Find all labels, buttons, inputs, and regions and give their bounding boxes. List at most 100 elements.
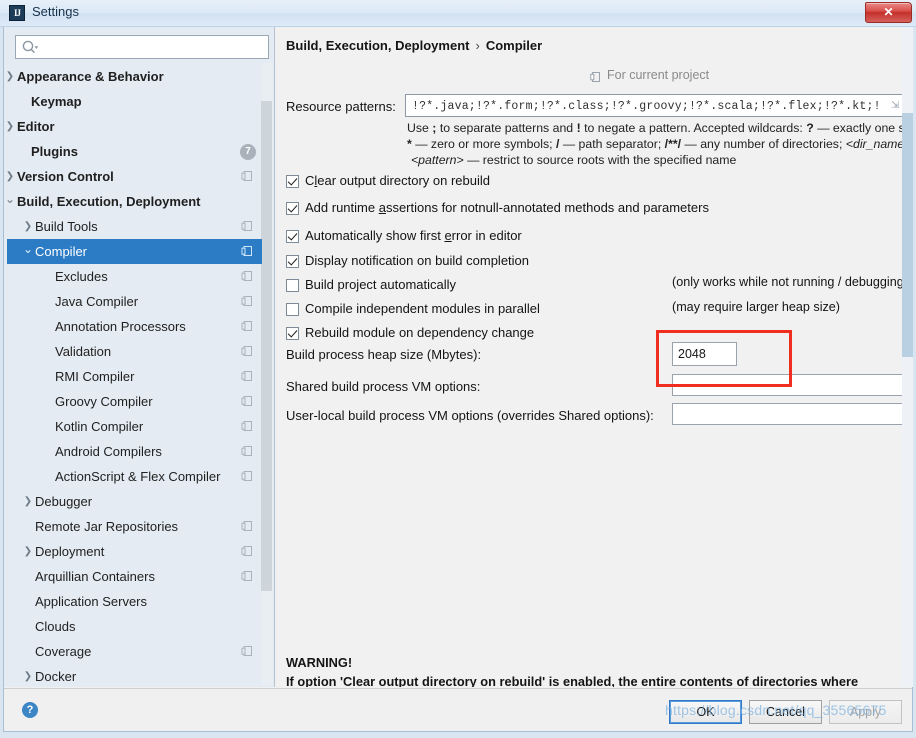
resource-patterns-field[interactable]: ⇲ [405, 94, 905, 117]
sidebar-item-appearance-behavior[interactable]: ❯Appearance & Behavior [7, 64, 262, 89]
window-body: ❯Appearance & BehaviorKeymap❯EditorPlugi… [3, 27, 913, 732]
heap-size-label: Build process heap size (Mbytes): [286, 347, 482, 362]
sidebar-item-label: Coverage [35, 644, 92, 659]
copy-settings-icon[interactable] [241, 420, 253, 432]
chevron-right-icon[interactable]: ❯ [21, 664, 35, 684]
window-title: Settings [32, 4, 79, 19]
search-box[interactable] [15, 35, 269, 59]
checkbox-checked-icon[interactable] [286, 327, 299, 340]
heap-size-field[interactable] [672, 342, 737, 366]
sidebar-item-keymap[interactable]: Keymap [7, 89, 262, 114]
sidebar-item-label: Kotlin Compiler [55, 419, 144, 434]
hint-3a: — restrict to source roots with the spec… [463, 153, 737, 167]
chevron-right-icon[interactable]: ❯ [21, 539, 35, 564]
chevron-right-icon[interactable]: ❯ [21, 489, 35, 514]
copy-settings-icon[interactable] [241, 170, 253, 182]
heap-size-input[interactable] [673, 343, 736, 365]
chevron-down-icon[interactable]: ⌄ [21, 239, 35, 264]
copy-settings-icon[interactable] [241, 320, 253, 332]
copy-settings-icon[interactable] [241, 395, 253, 407]
checkbox-unchecked-icon[interactable] [286, 303, 299, 316]
search-input[interactable] [42, 37, 264, 57]
chevron-right-icon[interactable]: ❯ [7, 164, 17, 189]
shared-vm-options-input[interactable] [673, 375, 909, 395]
checkbox-checked-icon[interactable] [286, 230, 299, 243]
checkbox-checked-icon[interactable] [286, 255, 299, 268]
ok-button[interactable]: OK [669, 700, 742, 724]
sidebar-scrollbar-track[interactable] [261, 63, 273, 685]
resource-patterns-input[interactable] [410, 97, 880, 115]
sidebar-item-debugger[interactable]: ❯ Debugger [7, 489, 262, 514]
sidebar-item-validation[interactable]: Validation [7, 339, 262, 364]
sidebar-item-docker[interactable]: ❯ Docker [7, 664, 262, 684]
breadcrumb-leaf: Compiler [485, 38, 543, 53]
cancel-button[interactable]: Cancel [749, 700, 822, 724]
checkbox-label: Clear output directory on rebuild [305, 173, 490, 188]
sidebar-item-label: Groovy Compiler [55, 394, 153, 409]
shared-vm-options-field[interactable] [672, 374, 910, 396]
main-scrollbar-thumb[interactable] [902, 113, 913, 357]
warning-title: WARNING! [286, 655, 353, 670]
chevron-right-icon[interactable]: ❯ [7, 114, 17, 139]
patterns-hint-line-2: * — zero or more symbols; / — path separ… [407, 137, 913, 151]
copy-settings-icon[interactable] [241, 245, 253, 257]
sidebar-item-deployment[interactable]: ❯ Deployment [7, 539, 262, 564]
checkbox-unchecked-icon[interactable] [286, 279, 299, 292]
sidebar-item-android-compilers[interactable]: Android Compilers [7, 439, 262, 464]
sidebar-item-java-compiler[interactable]: Java Compiler [7, 289, 262, 314]
copy-settings-icon[interactable] [241, 645, 253, 657]
close-icon[interactable]: ✕ [865, 2, 912, 23]
sidebar-item-version-control[interactable]: ❯Version Control [7, 164, 262, 189]
sidebar-item-annotation-processors[interactable]: Annotation Processors [7, 314, 262, 339]
copy-settings-icon[interactable] [241, 520, 253, 532]
copy-settings-icon[interactable] [241, 295, 253, 307]
checkbox-checked-icon[interactable] [286, 202, 299, 215]
chevron-right-icon[interactable]: ❯ [7, 64, 17, 89]
chevron-right-icon[interactable]: ❯ [21, 214, 35, 239]
sidebar-item-remote-jar-repositories[interactable]: Remote Jar Repositories [7, 514, 262, 539]
chevron-down-icon[interactable]: ⌄ [7, 189, 17, 214]
help-icon[interactable]: ? [22, 702, 38, 718]
copy-settings-icon[interactable] [241, 445, 253, 457]
expand-icon[interactable]: ⇲ [891, 101, 901, 111]
patterns-hint-line-1: Use ; to separate patterns and ! to nega… [407, 121, 913, 135]
hint-1b: to separate patterns and [436, 121, 577, 135]
checkbox-label-mnemonic: a [378, 200, 386, 215]
checkbox-checked-icon[interactable] [286, 175, 299, 188]
sidebar-scrollbar-thumb[interactable] [261, 101, 272, 591]
copy-settings-icon[interactable] [241, 570, 253, 582]
main-scrollbar-track[interactable] [902, 27, 913, 687]
settings-sidebar: ❯Appearance & BehaviorKeymap❯EditorPlugi… [4, 27, 275, 687]
sidebar-item-rmi-compiler[interactable]: RMI Compiler [7, 364, 262, 389]
copy-settings-icon[interactable] [241, 370, 253, 382]
sidebar-item-actionscript-flex-compiler[interactable]: ActionScript & Flex Compiler [7, 464, 262, 489]
sidebar-item-groovy-compiler[interactable]: Groovy Compiler [7, 389, 262, 414]
sidebar-item-compiler[interactable]: ⌄ Compiler [7, 239, 262, 264]
breadcrumb-root[interactable]: Build, Execution, Deployment [286, 38, 469, 53]
project-scope-label: For current project [607, 68, 710, 82]
sidebar-item-excludes[interactable]: Excludes [7, 264, 262, 289]
copy-settings-icon[interactable] [241, 220, 253, 232]
copy-settings-icon[interactable] [241, 270, 253, 282]
sidebar-item-arquillian-containers[interactable]: Arquillian Containers [7, 564, 262, 589]
sidebar-item-label: Compiler [35, 244, 88, 259]
userlocal-vm-options-field[interactable] [672, 403, 910, 425]
copy-settings-icon[interactable] [241, 345, 253, 357]
checkbox-label-pre: Build project automatically [305, 277, 457, 292]
sidebar-item-build-tools[interactable]: ❯ Build Tools [7, 214, 262, 239]
copy-settings-icon[interactable] [241, 545, 253, 557]
sidebar-item-label: Arquillian Containers [35, 569, 155, 584]
sidebar-item-label: Debugger [35, 494, 93, 509]
sidebar-item-coverage[interactable]: Coverage [7, 639, 262, 664]
apply-button[interactable]: Apply [829, 700, 902, 724]
sidebar-item-label: Build Tools [35, 219, 98, 234]
sidebar-item-plugins[interactable]: Plugins 7 [7, 139, 262, 164]
sidebar-item-build-execution-deployment[interactable]: ⌄ Build, Execution, Deployment [7, 189, 262, 214]
userlocal-vm-options-input[interactable] [673, 404, 909, 424]
copy-settings-icon[interactable] [241, 470, 253, 482]
sidebar-item-kotlin-compiler[interactable]: Kotlin Compiler [7, 414, 262, 439]
sidebar-item-editor[interactable]: ❯Editor [7, 114, 262, 139]
sidebar-item-label: Build, Execution, Deployment [17, 194, 201, 209]
sidebar-item-clouds[interactable]: Clouds [7, 614, 262, 639]
sidebar-item-application-servers[interactable]: Application Servers [7, 589, 262, 614]
